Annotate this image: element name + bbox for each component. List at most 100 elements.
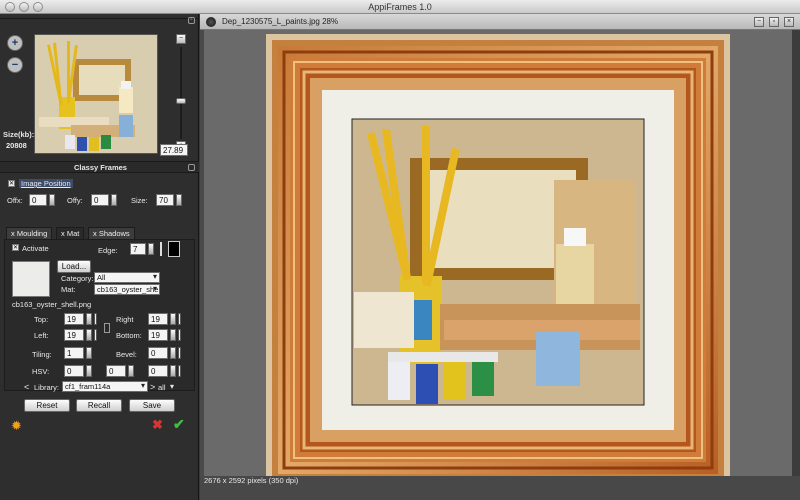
- image-position-checkbox[interactable]: ✕: [8, 180, 15, 187]
- section-header: Classy Frames: [0, 161, 199, 173]
- zoom-window-button[interactable]: [33, 2, 43, 12]
- library-select[interactable]: cf1_fram114a: [62, 381, 148, 392]
- mat-select[interactable]: cb163_oyster_she: [94, 284, 160, 295]
- edge-color-swatch[interactable]: [168, 241, 180, 257]
- image-window: Dep_1230575_L_paints.jpg 28% − ▫ ×: [200, 14, 800, 500]
- hsv-v-stepper[interactable]: [170, 365, 176, 377]
- size-stepper[interactable]: [176, 194, 182, 206]
- reset-button[interactable]: Reset: [24, 399, 70, 412]
- bevel-label: Bevel:: [116, 350, 137, 359]
- offy-stepper[interactable]: [111, 194, 117, 206]
- sun-icon[interactable]: ✹: [11, 418, 22, 434]
- offx-input[interactable]: 0: [29, 194, 47, 206]
- edge-input[interactable]: 7: [130, 243, 146, 255]
- status-bar: 2676 x 2592 pixels (350 dpi): [200, 476, 800, 500]
- image-thumb-icon: [206, 17, 216, 27]
- image-close-button[interactable]: ×: [784, 17, 794, 27]
- size-kb-label: Size(kb):: [3, 130, 35, 139]
- image-minimize-button[interactable]: −: [754, 17, 764, 27]
- right-slider[interactable]: [178, 313, 181, 325]
- offx-label: Offx:: [7, 196, 23, 205]
- category-select[interactable]: All: [94, 272, 160, 283]
- hsv-s-input[interactable]: 0: [106, 365, 126, 377]
- link-sides-icon[interactable]: [104, 323, 110, 333]
- hsv-label: HSV:: [32, 367, 50, 376]
- bottom-stepper[interactable]: [170, 329, 176, 341]
- tab-moulding[interactable]: x Moulding: [6, 227, 53, 239]
- offy-input[interactable]: 0: [91, 194, 109, 206]
- image-window-header: Dep_1230575_L_paints.jpg 28% − ▫ ×: [200, 14, 800, 30]
- category-label: Category:: [61, 274, 94, 283]
- zoom-slider-track[interactable]: [180, 47, 182, 139]
- bottom-label: Bottom:: [116, 331, 142, 340]
- tab-mat[interactable]: x Mat: [56, 227, 85, 239]
- hsv-h-stepper[interactable]: [86, 365, 92, 377]
- control-panel: ▫ + − − + Size(kb): 20808 27.89: [0, 14, 199, 500]
- zoom-percent-input[interactable]: 27.89: [160, 144, 188, 156]
- zoom-out-button[interactable]: −: [7, 57, 23, 73]
- mat-filename: cb163_oyster_shell.png: [12, 300, 92, 309]
- image-dimensions: 2676 x 2592 pixels (350 dpi): [204, 476, 299, 485]
- zoom-in-button[interactable]: +: [7, 35, 23, 51]
- load-button[interactable]: Load...: [57, 260, 91, 273]
- library-label: Library:: [34, 383, 60, 392]
- tiling-stepper[interactable]: [86, 347, 92, 359]
- top-label: Top:: [34, 315, 49, 324]
- hsv-h-input[interactable]: 0: [64, 365, 84, 377]
- hsv-s-stepper[interactable]: [128, 365, 134, 377]
- bevel-stepper[interactable]: [170, 347, 176, 359]
- size-input[interactable]: 70: [156, 194, 174, 206]
- section-title: Classy Frames: [74, 163, 127, 172]
- size-label: Size:: [131, 196, 148, 205]
- zoom-slider-up-button[interactable]: −: [176, 34, 186, 44]
- bottom-input[interactable]: 19: [148, 329, 168, 341]
- edge-divider: [160, 242, 162, 256]
- mat-preview-swatch: [12, 261, 50, 297]
- close-window-button[interactable]: [5, 2, 15, 12]
- left-slider[interactable]: [94, 329, 97, 341]
- window-title: AppiFrames 1.0: [368, 2, 432, 12]
- tab-shadows[interactable]: x Shadows: [88, 227, 135, 239]
- activate-label: Activate: [22, 244, 49, 253]
- top-stepper[interactable]: [86, 313, 92, 325]
- navigator-thumbnail[interactable]: [34, 34, 158, 154]
- framed-image: [266, 34, 730, 486]
- library-next-icon[interactable]: >: [150, 382, 155, 392]
- top-slider[interactable]: [94, 313, 97, 325]
- top-input[interactable]: 19: [64, 313, 84, 325]
- left-label: Left:: [34, 331, 49, 340]
- right-input[interactable]: 19: [148, 313, 168, 325]
- tiling-label: Tiling:: [32, 350, 52, 359]
- bottom-slider[interactable]: [178, 329, 181, 341]
- right-stepper[interactable]: [170, 313, 176, 325]
- detach-section-icon[interactable]: [188, 164, 195, 171]
- image-maximize-button[interactable]: ▫: [769, 17, 779, 27]
- offy-label: Offy:: [67, 196, 83, 205]
- library-scope[interactable]: all: [158, 383, 166, 392]
- hsv-v-input[interactable]: 0: [148, 365, 168, 377]
- window-titlebar: AppiFrames 1.0: [0, 0, 800, 14]
- save-button[interactable]: Save: [129, 399, 175, 412]
- image-position-label: Image Position: [19, 179, 73, 188]
- offx-stepper[interactable]: [49, 194, 55, 206]
- hsv-slider[interactable]: [178, 365, 181, 377]
- zoom-slider-thumb[interactable]: [176, 98, 186, 104]
- left-input[interactable]: 19: [64, 329, 84, 341]
- minimize-window-button[interactable]: [19, 2, 29, 12]
- image-canvas[interactable]: [204, 30, 796, 490]
- library-prev-icon[interactable]: <: [24, 382, 29, 392]
- edge-stepper[interactable]: [148, 243, 154, 255]
- vertical-scrollbar[interactable]: [792, 30, 800, 490]
- cancel-icon[interactable]: ✖: [152, 417, 163, 433]
- size-kb-value: 20808: [6, 141, 27, 150]
- bevel-slider[interactable]: [178, 347, 181, 359]
- left-stepper[interactable]: [86, 329, 92, 341]
- apply-check-icon[interactable]: ✔: [173, 416, 185, 433]
- right-label: Right: [116, 315, 134, 324]
- activate-checkbox[interactable]: ✕: [12, 244, 19, 251]
- tiling-input[interactable]: 1: [64, 347, 84, 359]
- library-scope-dropdown-icon[interactable]: ▾: [170, 382, 174, 391]
- bevel-input[interactable]: 0: [148, 347, 168, 359]
- detach-panel-icon[interactable]: ▫: [188, 17, 195, 24]
- recall-button[interactable]: Recall: [76, 399, 122, 412]
